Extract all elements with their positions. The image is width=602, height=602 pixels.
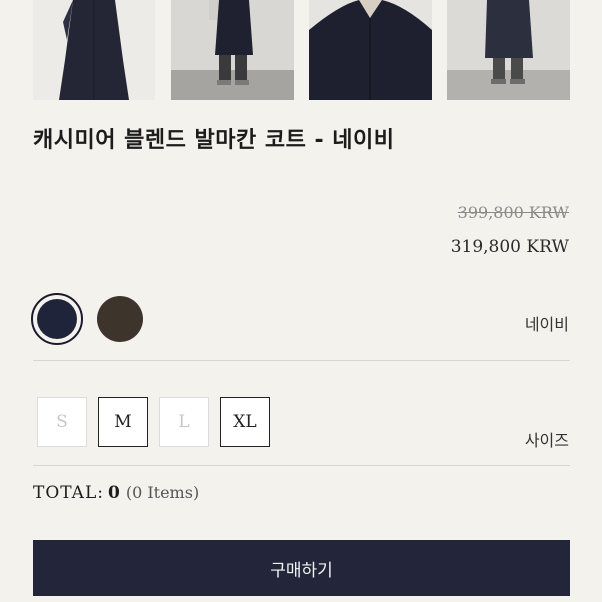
size-option-xl[interactable]: XL [220, 397, 270, 447]
gallery-thumb-model-side[interactable] [447, 0, 570, 100]
gallery-thumb-coat-front[interactable] [33, 0, 155, 100]
order-total: TOTAL: 0 (0 Items) [33, 483, 199, 503]
gallery-thumb-collar-closeup[interactable] [309, 0, 432, 100]
selected-color-label: 네이비 [524, 315, 569, 334]
product-title: 캐시미어 블렌드 발마칸 코트 - 네이비 [33, 128, 395, 153]
total-items: (0 Items) [125, 483, 200, 502]
sale-price: 319,800 KRW [450, 237, 569, 257]
product-gallery [0, 0, 602, 100]
divider [33, 465, 570, 466]
color-swatch-brown[interactable] [97, 296, 143, 342]
buy-button[interactable]: 구매하기 [33, 540, 570, 596]
divider [33, 360, 570, 361]
gallery-thumb-model-front[interactable] [171, 0, 294, 100]
size-option-l[interactable]: L [159, 397, 209, 447]
size-label: 사이즈 [524, 431, 569, 450]
color-swatch-navy-fill [37, 299, 77, 339]
size-option-m[interactable]: M [98, 397, 148, 447]
total-value: 0 [107, 483, 120, 503]
color-swatch-navy[interactable] [31, 293, 83, 345]
total-label: TOTAL: [33, 483, 104, 503]
size-option-s[interactable]: S [37, 397, 87, 447]
original-price: 399,800 KRW [457, 203, 569, 222]
